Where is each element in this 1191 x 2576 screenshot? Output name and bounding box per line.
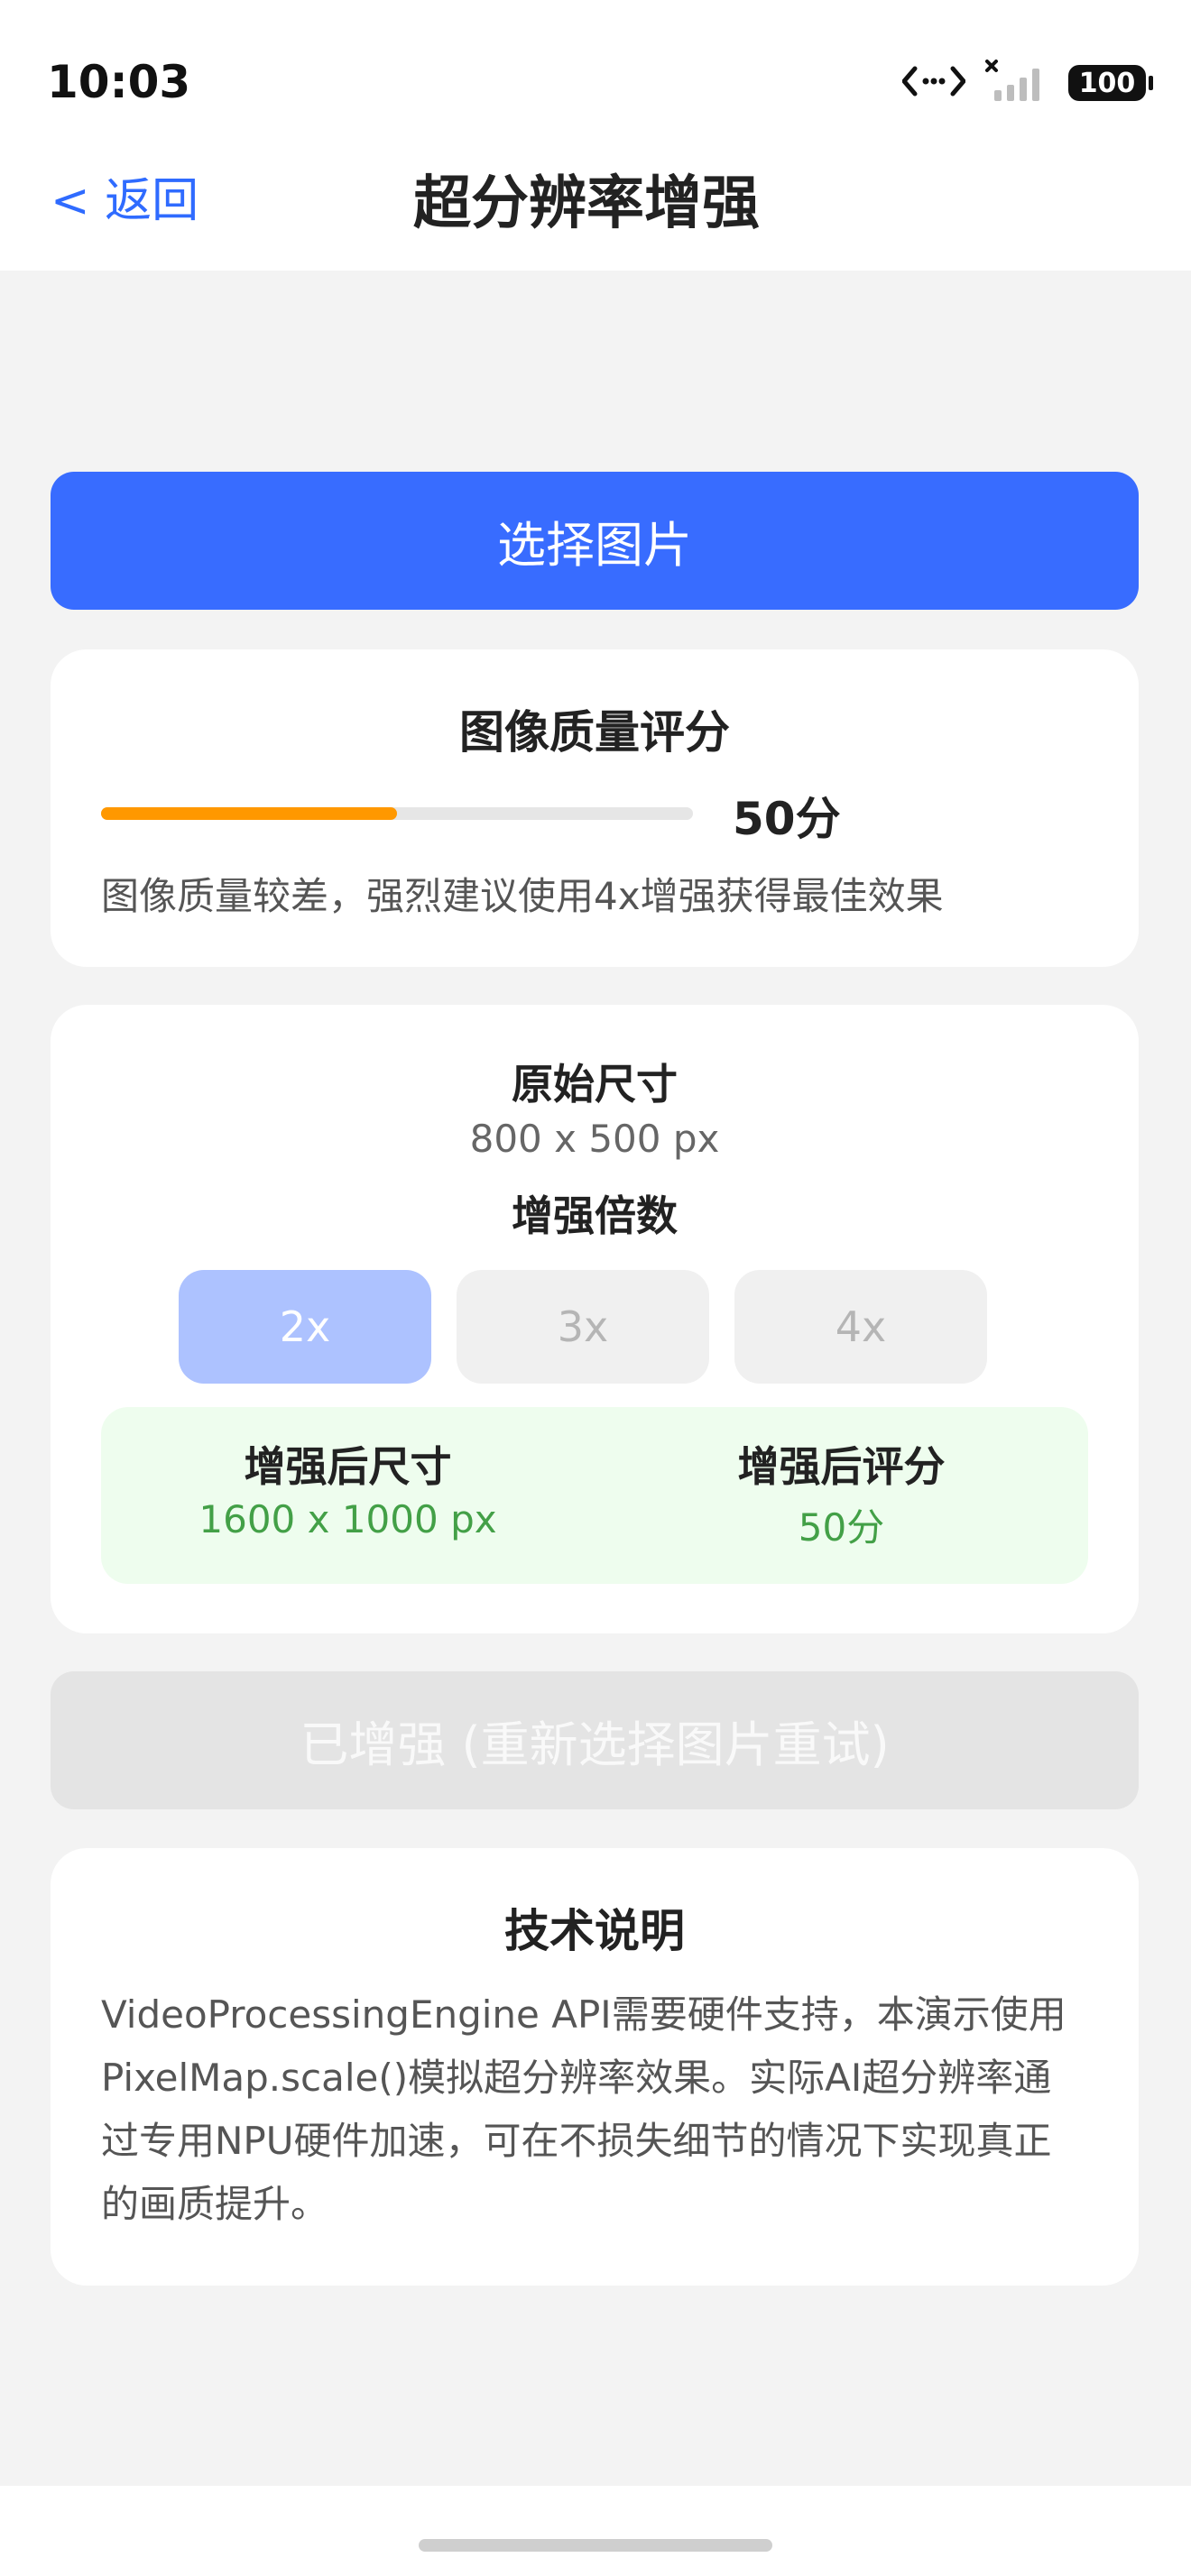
quality-card: 图像质量评分 50分 图像质量较差，强烈建议使用4x增强获得最佳效果 [51, 649, 1139, 967]
battery-icon: 100 [1068, 65, 1153, 101]
link-icon [901, 63, 966, 103]
size-card: 原始尺寸 800 x 500 px 增强倍数 2x 3x 4x 增强后尺寸 16… [51, 1005, 1139, 1633]
tech-body: VideoProcessingEngine API需要硬件支持，本演示使用Pix… [101, 1992, 1066, 2226]
bottom-bar [0, 2486, 1191, 2576]
tech-title: 技术说明 [504, 1905, 685, 1957]
status-bar: 10:03 100 [0, 0, 1191, 144]
status-icons: 100 [901, 60, 1153, 106]
scale-option-3x[interactable]: 3x [457, 1270, 709, 1384]
enhanced-size: 增强后尺寸 1600 x 1000 px [101, 1434, 595, 1541]
select-image-button[interactable]: 选择图片 [51, 472, 1139, 610]
enhanced-score-label: 增强后评分 [737, 1442, 946, 1491]
quality-progress-fill [101, 807, 397, 820]
scale-option-4x[interactable]: 4x [734, 1270, 987, 1384]
tech-card: 技术说明 VideoProcessingEngine API需要硬件支持，本演示… [51, 1848, 1139, 2286]
page-title: 超分辨率增强 [413, 170, 760, 237]
enhanced-score-value: 50分 [798, 1505, 885, 1550]
original-size-label: 原始尺寸 [512, 1060, 678, 1109]
home-indicator[interactable] [419, 2539, 772, 2552]
scale-label: 增强倍数 [512, 1191, 678, 1240]
no-signal-icon [985, 60, 1048, 106]
quality-score: 50分 [733, 793, 841, 845]
enhanced-size-value: 1600 x 1000 px [198, 1497, 497, 1541]
original-size-value: 800 x 500 px [469, 1117, 720, 1161]
nav-bar: < 返回 超分辨率增强 [0, 144, 1191, 271]
quality-description: 图像质量较差，强烈建议使用4x增强获得最佳效果 [101, 874, 944, 918]
enhance-button[interactable]: 已增强 (重新选择图片重试) [51, 1671, 1139, 1809]
enhanced-score: 增强后评分 50分 [595, 1434, 1088, 1552]
enhanced-result-box: 增强后尺寸 1600 x 1000 px 增强后评分 50分 [101, 1407, 1088, 1584]
quality-title: 图像质量评分 [459, 706, 730, 759]
quality-progress-bar [101, 807, 693, 820]
status-time: 10:03 [47, 56, 191, 108]
enhanced-size-label: 增强后尺寸 [244, 1442, 452, 1491]
scale-option-2x[interactable]: 2x [179, 1270, 431, 1384]
battery-level: 100 [1078, 67, 1136, 99]
